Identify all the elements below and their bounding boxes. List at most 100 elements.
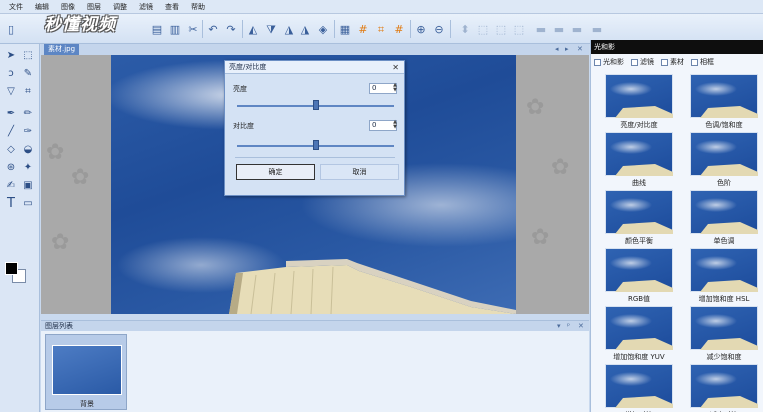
tab-frames[interactable]: 相框 (691, 57, 714, 67)
distribute-icon[interactable]: ▬ (590, 22, 604, 36)
select-all-icon[interactable]: ⬚ (476, 22, 490, 36)
align-center-icon[interactable]: ▬ (552, 22, 566, 36)
clone-stamp-icon[interactable]: ⊛ (4, 160, 18, 174)
crop-grid-icon[interactable]: # (356, 22, 370, 36)
effect-roof-graphic (615, 164, 673, 176)
rect-select-icon[interactable]: ⬚ (21, 48, 35, 62)
effect-roof-graphic (700, 338, 758, 350)
print-preview-icon[interactable]: ▥ (168, 22, 182, 36)
select-arrow-icon[interactable]: ➤ (4, 48, 18, 62)
zoom-out-icon[interactable]: ⊖ (432, 22, 446, 36)
resize-icon[interactable]: ⌗ (374, 22, 388, 36)
flower-decoration-icon: ✿ (551, 155, 570, 180)
polygon-lasso-icon[interactable]: ▽ (4, 84, 18, 98)
effect-item[interactable]: 曲线 (594, 132, 673, 190)
effect-item[interactable]: 颜色平衡 (594, 190, 673, 248)
flower-decoration-icon: ✿ (46, 140, 65, 165)
undo-icon[interactable]: ↶ (206, 22, 220, 36)
crop-icon[interactable]: ⌗ (21, 84, 35, 98)
effect-item[interactable]: 色阶 (679, 132, 758, 190)
smudge-icon[interactable]: ✍ (4, 178, 18, 192)
effect-roof-graphic (615, 106, 673, 118)
eraser-icon[interactable]: ◇ (4, 142, 18, 156)
new-file-icon[interactable]: ▯ (4, 22, 18, 36)
rotate-left-icon[interactable]: ◮ (282, 22, 296, 36)
redo-icon[interactable]: ↷ (224, 22, 238, 36)
effects-tabs: 光和影 滤镜 素材 相框 (591, 56, 763, 68)
pencil-icon[interactable]: ✏ (21, 106, 35, 120)
menu-view[interactable]: 查看 (159, 2, 185, 12)
effect-item[interactable]: 增加饱和度 YUV (594, 306, 673, 364)
effect-item[interactable]: 减少对比 (679, 364, 758, 412)
brightness-slider-thumb[interactable] (312, 100, 319, 110)
menu-file[interactable]: 文件 (3, 2, 29, 12)
spray-icon[interactable]: ✦ (21, 160, 35, 174)
effect-item[interactable]: 增加饱和度 HSL (679, 248, 758, 306)
flip-vertical-icon[interactable]: ⧩ (264, 22, 278, 36)
eyedropper-icon[interactable]: ✒ (4, 106, 18, 120)
tab-label: 相框 (700, 58, 714, 66)
effect-item[interactable]: 单色调 (679, 190, 758, 248)
contrast-spinner-icon[interactable]: ▲ ▼ (391, 120, 399, 131)
flower-decoration-icon: ✿ (71, 165, 90, 190)
ok-button[interactable]: 确定 (236, 164, 315, 180)
line-icon[interactable]: ╱ (4, 124, 18, 138)
foreground-color-swatch[interactable] (5, 262, 18, 275)
print-icon[interactable]: ▤ (150, 22, 164, 36)
tab-prev-icon[interactable]: ◂ (555, 44, 559, 55)
effect-label: RGB值 (627, 295, 651, 303)
brush-icon[interactable]: ✑ (21, 124, 35, 138)
tab-checkbox-icon (691, 58, 698, 66)
deselect-icon[interactable]: ⬚ (494, 22, 508, 36)
tab-light-shadow[interactable]: 光和影 (594, 57, 624, 67)
effects-panel: 光和影 光和影 滤镜 素材 相框 亮度/对比度 色调/饱和度 曲线 色阶颜色平衡 单色调… (590, 40, 763, 412)
effect-label: 减少饱和度 (706, 353, 742, 361)
tab-next-icon[interactable]: ▸ (565, 44, 569, 55)
invert-selection-icon[interactable]: ⬚ (512, 22, 526, 36)
cut-icon[interactable]: ✂ (186, 22, 200, 36)
document-tab[interactable]: 素材.jpg (44, 44, 80, 55)
effect-label: 亮度/对比度 (620, 121, 658, 129)
document-tab-bar: 素材.jpg ◂ ▸ ✕ (41, 44, 589, 55)
brightness-spinner-icon[interactable]: ▲ ▼ (391, 83, 399, 94)
magic-wand-icon[interactable]: ✎ (21, 66, 35, 80)
effect-item[interactable]: 增加对比 (594, 364, 673, 412)
layer-item-background[interactable]: 背景 (45, 334, 127, 410)
effect-label: 颜色平衡 (625, 237, 653, 245)
tab-checkbox-icon (631, 58, 638, 66)
align-left-icon[interactable]: ▬ (534, 22, 548, 36)
toolbar-separator (202, 20, 203, 38)
effect-item[interactable]: 减少饱和度 (679, 306, 758, 364)
contrast-slider-thumb[interactable] (312, 140, 319, 150)
bucket-icon[interactable]: ◒ (21, 142, 35, 156)
flip-horizontal-icon[interactable]: ◭ (246, 22, 260, 36)
zoom-in-icon[interactable]: ⊕ (414, 22, 428, 36)
menu-filter[interactable]: 滤镜 (133, 2, 159, 12)
menu-help[interactable]: 帮助 (185, 2, 211, 12)
rotate-right-icon[interactable]: ◮ (298, 22, 312, 36)
dialog-title-bar[interactable]: 亮度/对比度 ✕ (225, 61, 404, 74)
text-tool-icon[interactable]: T (4, 196, 18, 211)
tab-label: 光和影 (603, 58, 624, 66)
effect-item[interactable]: RGB值 (594, 248, 673, 306)
dialog-close-icon[interactable]: ✕ (392, 61, 399, 74)
tab-materials[interactable]: 素材 (661, 57, 684, 67)
effect-roof-graphic (700, 280, 758, 292)
perspective-icon[interactable]: ◈ (316, 22, 330, 36)
move-icon[interactable]: ⬍ (458, 22, 472, 36)
tab-filters[interactable]: 滤镜 (631, 57, 654, 67)
close-document-icon[interactable]: ✕ (577, 44, 583, 55)
canvas-size-icon[interactable]: # (392, 22, 406, 36)
rectangle-shape-icon[interactable]: ▭ (21, 196, 35, 210)
gradient-icon[interactable]: ▣ (21, 178, 35, 192)
flower-decoration-icon: ✿ (531, 225, 550, 250)
toolbar-separator (410, 20, 411, 38)
grid-icon[interactable]: ▦ (338, 22, 352, 36)
lasso-icon[interactable]: ↄ (4, 66, 18, 80)
effect-item[interactable]: 亮度/对比度 (594, 74, 673, 132)
effect-item[interactable]: 色调/饱和度 (679, 74, 758, 132)
effect-roof-graphic (700, 222, 758, 234)
tab-label: 素材 (670, 58, 684, 66)
cancel-button[interactable]: 取消 (320, 164, 399, 180)
align-right-icon[interactable]: ▬ (570, 22, 584, 36)
